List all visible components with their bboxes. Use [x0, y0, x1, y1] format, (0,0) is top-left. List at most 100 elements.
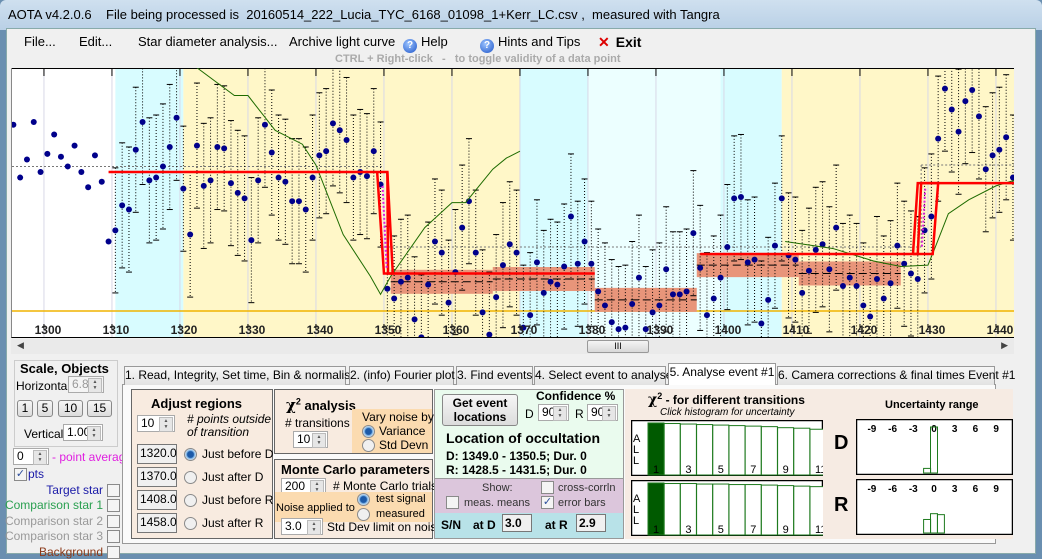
chi2-histogram-d[interactable]: ALL1357911 — [631, 420, 823, 476]
pts-checkbox[interactable]: ✓ — [14, 468, 27, 481]
object-checkbox[interactable] — [107, 483, 120, 497]
uncertainty-tick-label: 0 — [931, 484, 937, 495]
object-checkbox[interactable] — [107, 530, 120, 543]
std-dev-limit-spinner[interactable]: 3.0 — [281, 518, 323, 535]
region-radio[interactable] — [184, 448, 197, 461]
region-radio[interactable] — [184, 471, 197, 484]
x-tick-label: 1380 — [579, 323, 606, 337]
tab-3[interactable]: 3. Find events — [456, 366, 533, 385]
data-point — [153, 174, 160, 181]
tab-5[interactable]: 5. Analyse event #1 — [668, 363, 776, 385]
data-point — [717, 274, 724, 281]
plot-scrollbar[interactable]: ◀ III ▶ — [11, 339, 1014, 354]
data-point — [180, 185, 187, 192]
region-radio[interactable] — [184, 517, 197, 530]
data-point — [499, 262, 506, 269]
meas-means-checkbox[interactable] — [446, 496, 459, 509]
sn-r-value: 2.9 — [576, 514, 606, 532]
point-average-dropdown[interactable]: 0 ▼ — [13, 448, 49, 465]
location-r: R: 1428.5 - 1431.5; Dur. 0 — [446, 463, 587, 477]
tab-4[interactable]: 4. Select event to analyse — [534, 366, 672, 385]
object-checkbox[interactable] — [107, 514, 120, 528]
error-bars-label: error bars — [558, 497, 606, 509]
help-label: Help — [421, 34, 448, 49]
point-average-value: 0 — [17, 449, 24, 463]
histogram-bar — [728, 425, 746, 476]
region-value[interactable]: 1458.0 — [137, 513, 177, 533]
stddev-radio[interactable] — [362, 439, 375, 452]
confidence-r-spinner[interactable]: 90 — [587, 404, 618, 421]
scale-button-1[interactable]: 1 — [17, 400, 33, 417]
data-point — [744, 259, 751, 266]
histogram-bar-label: 5 — [718, 524, 724, 536]
variance-radio[interactable] — [362, 425, 375, 438]
data-point — [159, 163, 166, 170]
scale-button-10[interactable]: 10 — [58, 400, 83, 417]
cross-corrln-checkbox[interactable] — [541, 481, 554, 494]
data-point — [887, 280, 894, 287]
object-label: Comparison star 1 — [4, 498, 103, 512]
data-point — [758, 320, 765, 327]
scrollbar-thumb[interactable]: III — [587, 340, 649, 353]
data-point — [969, 86, 976, 93]
light-curve-plot[interactable]: 1300 1310 1320 1330 1340 1350 1360 1370 1380 1390… — [11, 68, 1014, 338]
menu-exit[interactable]: ✕ Exit — [598, 34, 641, 51]
get-event-locations-button[interactable]: Get event locations — [442, 394, 518, 426]
chi2-title-text: analysis — [300, 398, 356, 413]
histogram-title-text: - for different transitions — [662, 393, 805, 407]
menu-archive-light-curve[interactable]: Archive light curve — [289, 34, 395, 49]
vary-noise-label: Vary noise by — [362, 410, 434, 424]
transitions-spinner[interactable]: 10 — [293, 431, 328, 448]
scale-button-5[interactable]: 5 — [37, 400, 53, 417]
region-value[interactable]: 1408.0 — [137, 490, 177, 510]
test-signal-radio[interactable] — [357, 493, 370, 506]
data-point — [975, 113, 982, 120]
menu-edit[interactable]: Edit... — [79, 34, 112, 49]
plot-band — [12, 68, 116, 337]
menu-file[interactable]: File... — [24, 34, 56, 49]
horizontal-scale-spinner[interactable]: 6.8 — [68, 376, 104, 393]
menu-star-diameter[interactable]: Star diameter analysis... — [138, 34, 277, 49]
scroll-left-icon[interactable]: ◀ — [17, 340, 24, 351]
data-point — [227, 180, 234, 187]
uncertainty-tick-label: -9 — [867, 484, 876, 495]
region-label: Just before D — [202, 447, 274, 461]
data-point — [234, 189, 241, 196]
hints-label: Hints and Tips — [498, 34, 581, 49]
region-value[interactable]: 1370.0 — [137, 467, 177, 487]
x-tick-label: 1300 — [35, 323, 62, 337]
data-point — [683, 288, 690, 295]
data-point — [595, 288, 602, 295]
confidence-d-spinner[interactable]: 90 — [538, 404, 569, 421]
object-checkbox[interactable] — [107, 545, 120, 559]
scroll-right-icon[interactable]: ▶ — [1001, 340, 1008, 351]
histogram-bar-label: 9 — [783, 524, 789, 536]
data-point — [221, 145, 228, 152]
data-point — [513, 249, 520, 256]
tab-2[interactable]: 2. (info) Fourier plot — [349, 366, 455, 385]
data-point — [737, 194, 744, 201]
error-bars-checkbox[interactable]: ✓ — [541, 496, 554, 509]
data-point — [581, 238, 588, 245]
uncertainty-tick-label: -6 — [888, 424, 897, 435]
light-curve-svg[interactable]: 1300 1310 1320 1330 1340 1350 1360 1370 1380 1390… — [12, 68, 1014, 338]
chi2-histogram-r[interactable]: ALL1357911 — [631, 480, 823, 536]
histogram-title: χ2 - for different transitions — [648, 391, 805, 408]
monte-carlo-trials-label: # Monte Carlo trials — [333, 479, 438, 493]
data-point — [336, 127, 343, 134]
points-outside-spinner[interactable]: 10 — [137, 415, 175, 432]
region-value[interactable]: 1320.0 — [137, 444, 177, 464]
region-label: Just after D — [202, 470, 264, 484]
tab-1[interactable]: 1. Read, Integrity, Set time, Bin & norm… — [124, 366, 357, 385]
menu-hints[interactable]: ? Hints and Tips — [480, 34, 580, 53]
data-point — [493, 294, 500, 301]
region-radio[interactable] — [184, 494, 197, 507]
menu-help[interactable]: ? Help — [403, 34, 448, 53]
vertical-scale-spinner[interactable]: 1.00 — [63, 424, 103, 441]
scale-button-15[interactable]: 15 — [87, 400, 112, 417]
object-checkbox[interactable] — [107, 499, 120, 512]
x-tick-label: 1390 — [647, 323, 674, 337]
data-point — [146, 177, 153, 184]
tab-6[interactable]: 6. Camera corrections & final times Even… — [777, 366, 1015, 385]
histogram-bar — [696, 424, 714, 476]
